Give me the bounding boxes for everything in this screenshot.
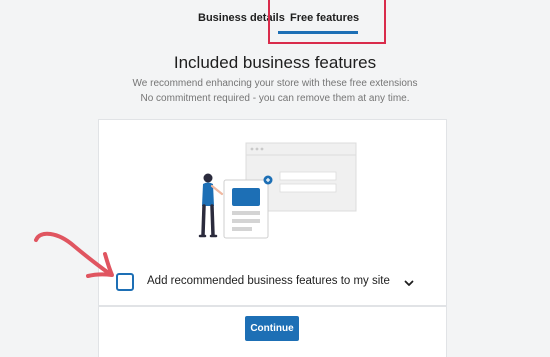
add-features-label[interactable]: Add recommended business features to my …: [147, 275, 390, 287]
page-title: Included business features: [173, 53, 377, 72]
chevron-down-icon[interactable]: [402, 276, 416, 290]
page-subtitle-line2: No commitment required - you can remove …: [140, 93, 410, 104]
store-features-illustration: [198, 142, 357, 239]
hand-drawn-arrow-icon: [34, 231, 114, 278]
continue-button[interactable]: Continue: [245, 316, 299, 341]
page-subtitle-line1: We recommend enhancing your store with t…: [132, 78, 418, 89]
annotation-highlight-box: [268, 0, 386, 44]
add-features-checkbox[interactable]: [116, 273, 134, 291]
